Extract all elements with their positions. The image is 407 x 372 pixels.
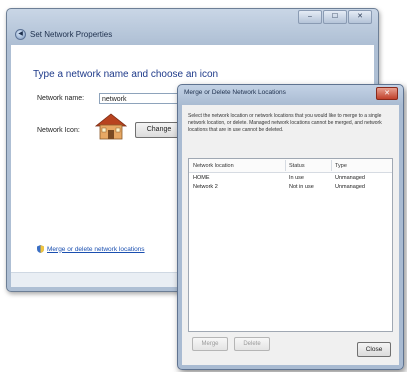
row-status: In use (289, 175, 304, 181)
dialog-description: Select the network location or network l… (188, 113, 382, 133)
row-type: Unmanaged (335, 184, 365, 190)
column-divider (331, 160, 332, 171)
minimize-button[interactable]: – (298, 10, 322, 24)
network-locations-table[interactable]: Network location Status Type HOME In use… (188, 158, 393, 332)
table-row[interactable]: Network 2 Not in use Unmanaged (189, 183, 392, 192)
merge-delete-dialog: Merge or Delete Network Locations ✕ Sele… (177, 84, 404, 370)
back-arrow-icon[interactable]: ◀ (15, 29, 26, 40)
row-status: Not in use (289, 184, 314, 190)
home-network-icon (95, 113, 127, 140)
row-location: HOME (193, 175, 210, 181)
merge-button[interactable]: Merge (192, 337, 228, 351)
page-heading: Type a network name and choose an icon (33, 69, 219, 80)
table-header: Network location Status Type (189, 159, 392, 173)
network-name-input[interactable]: network (99, 93, 183, 104)
close-window-button[interactable]: ✕ (348, 10, 372, 24)
maximize-button[interactable]: ☐ (323, 10, 347, 24)
close-button[interactable]: Close (357, 342, 391, 357)
column-header-type[interactable]: Type (335, 161, 347, 171)
column-divider (285, 160, 286, 171)
change-icon-button[interactable]: Change (135, 122, 183, 138)
dialog-close-icon[interactable]: ✕ (376, 87, 398, 100)
row-type: Unmanaged (335, 175, 365, 181)
network-name-label: Network name: (37, 95, 85, 102)
dialog-content: Select the network location or network l… (182, 105, 399, 365)
window-caption-buttons: – ☐ ✕ (298, 10, 372, 24)
column-header-location[interactable]: Network location (193, 161, 234, 171)
window-caption: ◀ Set Network Properties (15, 29, 112, 40)
shield-icon (37, 245, 44, 253)
dialog-title: Merge or Delete Network Locations (184, 89, 286, 96)
delete-button[interactable]: Delete (234, 337, 270, 351)
merge-link-label: Merge or delete network locations (47, 245, 145, 253)
merge-or-delete-link[interactable]: Merge or delete network locations (37, 245, 145, 253)
window-title: Set Network Properties (30, 30, 113, 39)
row-location: Network 2 (193, 184, 218, 190)
column-header-status[interactable]: Status (289, 161, 305, 171)
network-icon-label: Network Icon: (37, 127, 80, 134)
table-row[interactable]: HOME In use Unmanaged (189, 174, 392, 183)
